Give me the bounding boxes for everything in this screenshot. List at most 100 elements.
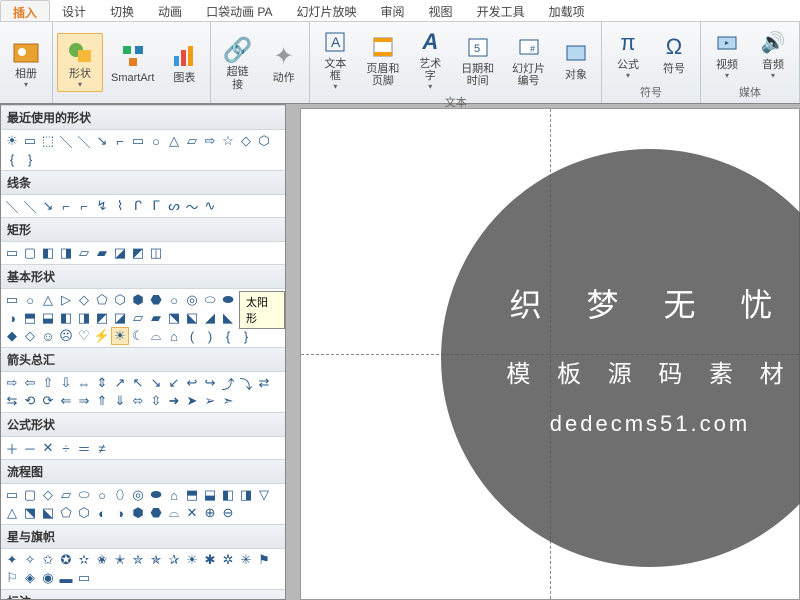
shape-item[interactable]: ⇒ bbox=[75, 392, 93, 410]
smartart-button[interactable]: SmartArt bbox=[105, 38, 160, 86]
shape-item[interactable]: ↙ bbox=[165, 374, 183, 392]
shape-item[interactable]: ∿ bbox=[201, 197, 219, 215]
shape-item[interactable]: ♡ bbox=[75, 327, 93, 345]
shape-item[interactable]: ↘ bbox=[93, 132, 111, 150]
shape-item[interactable]: ◑ bbox=[111, 504, 129, 522]
shape-item[interactable]: ⬄ bbox=[129, 392, 147, 410]
shape-item[interactable]: ◧ bbox=[39, 244, 57, 262]
shape-item[interactable]: △ bbox=[165, 132, 183, 150]
shape-item[interactable]: ☹ bbox=[57, 327, 75, 345]
tab-transitions[interactable]: 切换 bbox=[98, 0, 146, 21]
shape-item[interactable]: ⌐ bbox=[57, 197, 75, 215]
shape-item[interactable]: ◫ bbox=[147, 244, 165, 262]
shape-item[interactable]: ◨ bbox=[75, 309, 93, 327]
shape-item[interactable]: ↗ bbox=[111, 374, 129, 392]
shape-item[interactable]: ➣ bbox=[219, 392, 237, 410]
tab-addins[interactable]: 加载项 bbox=[537, 0, 597, 21]
shape-item[interactable]: ↘ bbox=[147, 374, 165, 392]
shape-item[interactable]: ⤴ bbox=[219, 374, 237, 392]
shape-item[interactable]: ◨ bbox=[57, 244, 75, 262]
shape-item[interactable]: ◉ bbox=[39, 569, 57, 587]
tab-developer[interactable]: 开发工具 bbox=[465, 0, 537, 21]
shape-item[interactable]: ▭ bbox=[3, 486, 21, 504]
shape-item[interactable]: ⌐ bbox=[75, 197, 93, 215]
shape-item[interactable]: ⇧ bbox=[39, 374, 57, 392]
shape-item[interactable]: ⌂ bbox=[165, 486, 183, 504]
datetime-button[interactable]: 5 日期和时间 bbox=[453, 29, 502, 89]
shape-item[interactable]: ⇄ bbox=[255, 374, 273, 392]
shape-item[interactable]: ⬢ bbox=[129, 504, 147, 522]
shape-item[interactable]: ⚐ bbox=[3, 569, 21, 587]
shape-item[interactable]: ⇨ bbox=[201, 132, 219, 150]
shape-item[interactable]: ▭ bbox=[3, 244, 21, 262]
shape-item[interactable]: ◇ bbox=[75, 291, 93, 309]
shape-item[interactable]: ↯ bbox=[93, 197, 111, 215]
shape-item[interactable]: ᔕ bbox=[165, 197, 183, 215]
shape-item[interactable]: ✯ bbox=[147, 551, 165, 569]
shape-item[interactable]: ⬯ bbox=[111, 486, 129, 504]
shape-item[interactable]: ⬚ bbox=[39, 132, 57, 150]
shape-item[interactable]: ⇓ bbox=[111, 392, 129, 410]
equation-button[interactable]: π 公式▾ bbox=[606, 25, 650, 82]
shape-item[interactable]: ▱ bbox=[183, 132, 201, 150]
symbol-button[interactable]: Ω 符号 bbox=[652, 29, 696, 77]
shape-item[interactable]: ↘ bbox=[39, 197, 57, 215]
shape-item[interactable]: { bbox=[3, 150, 21, 168]
shape-item[interactable]: } bbox=[21, 150, 39, 168]
shape-item[interactable]: ⌇ bbox=[111, 197, 129, 215]
shape-item[interactable]: ▢ bbox=[21, 244, 39, 262]
shape-item[interactable]: ⬬ bbox=[147, 486, 165, 504]
shape-item[interactable]: ⌓ bbox=[147, 327, 165, 345]
shape-item[interactable]: ＼ bbox=[3, 197, 21, 215]
shape-item[interactable]: ⬕ bbox=[39, 504, 57, 522]
tab-animations[interactable]: 动画 bbox=[146, 0, 194, 21]
shape-item[interactable]: ▰ bbox=[93, 244, 111, 262]
shape-item[interactable]: ◎ bbox=[183, 291, 201, 309]
shape-item[interactable]: ▭ bbox=[3, 291, 21, 309]
shape-item[interactable]: ⬭ bbox=[201, 291, 219, 309]
tab-pa[interactable]: 口袋动画 PA bbox=[194, 0, 284, 21]
shape-item[interactable]: ) bbox=[201, 327, 219, 345]
shape-item[interactable]: ⇩ bbox=[57, 374, 75, 392]
shape-item[interactable]: ⇕ bbox=[93, 374, 111, 392]
shape-item[interactable]: ✳ bbox=[237, 551, 255, 569]
shape-item[interactable]: ᒥ bbox=[147, 197, 165, 215]
tab-view[interactable]: 视图 bbox=[417, 0, 465, 21]
shape-item[interactable]: ＼ bbox=[57, 132, 75, 150]
shape-item[interactable]: ⬡ bbox=[75, 504, 93, 522]
shape-item[interactable]: ⌂ bbox=[165, 327, 183, 345]
shape-item[interactable]: ▷ bbox=[57, 291, 75, 309]
textbox-button[interactable]: A 文本框▾ bbox=[314, 24, 356, 93]
action-button[interactable]: ✦ 动作 bbox=[262, 38, 306, 86]
shape-item[interactable]: ☀ bbox=[183, 551, 201, 569]
shape-item[interactable]: ＋ bbox=[3, 439, 21, 457]
shape-item[interactable]: ⚡ bbox=[93, 327, 111, 345]
shape-item[interactable]: ▭ bbox=[75, 569, 93, 587]
shape-item[interactable]: ✧ bbox=[21, 551, 39, 569]
shape-item[interactable]: ▱ bbox=[57, 486, 75, 504]
shape-item[interactable]: ⬡ bbox=[255, 132, 273, 150]
tab-review[interactable]: 审阅 bbox=[369, 0, 417, 21]
hyperlink-button[interactable]: 🔗 超链接 bbox=[215, 32, 260, 92]
shape-item[interactable]: ◎ bbox=[129, 486, 147, 504]
tab-slideshow[interactable]: 幻灯片放映 bbox=[285, 0, 369, 21]
shape-item[interactable]: ✲ bbox=[219, 551, 237, 569]
shape-item[interactable]: ☀ bbox=[3, 132, 21, 150]
shape-item[interactable]: ⇳ bbox=[147, 392, 165, 410]
shape-item[interactable]: ⇆ bbox=[3, 392, 21, 410]
shape-item[interactable]: ◩ bbox=[129, 244, 147, 262]
shape-item[interactable]: ⤵ bbox=[237, 374, 255, 392]
shape-item[interactable]: ☾ bbox=[129, 327, 147, 345]
shape-item[interactable]: ⚑ bbox=[255, 551, 273, 569]
shape-item[interactable]: { bbox=[219, 327, 237, 345]
headerfooter-button[interactable]: 页眉和页脚 bbox=[358, 29, 407, 89]
shape-item[interactable]: △ bbox=[39, 291, 57, 309]
shape-item[interactable]: ⬓ bbox=[201, 486, 219, 504]
shape-item[interactable]: ⇑ bbox=[93, 392, 111, 410]
slidenum-button[interactable]: # 幻灯片编号 bbox=[504, 29, 553, 89]
shape-item[interactable]: ⬢ bbox=[129, 291, 147, 309]
shape-item[interactable]: ＼ bbox=[75, 132, 93, 150]
shape-item[interactable]: ➜ bbox=[165, 392, 183, 410]
shape-item[interactable]: ⬒ bbox=[183, 486, 201, 504]
shape-item[interactable]: ⟳ bbox=[39, 392, 57, 410]
